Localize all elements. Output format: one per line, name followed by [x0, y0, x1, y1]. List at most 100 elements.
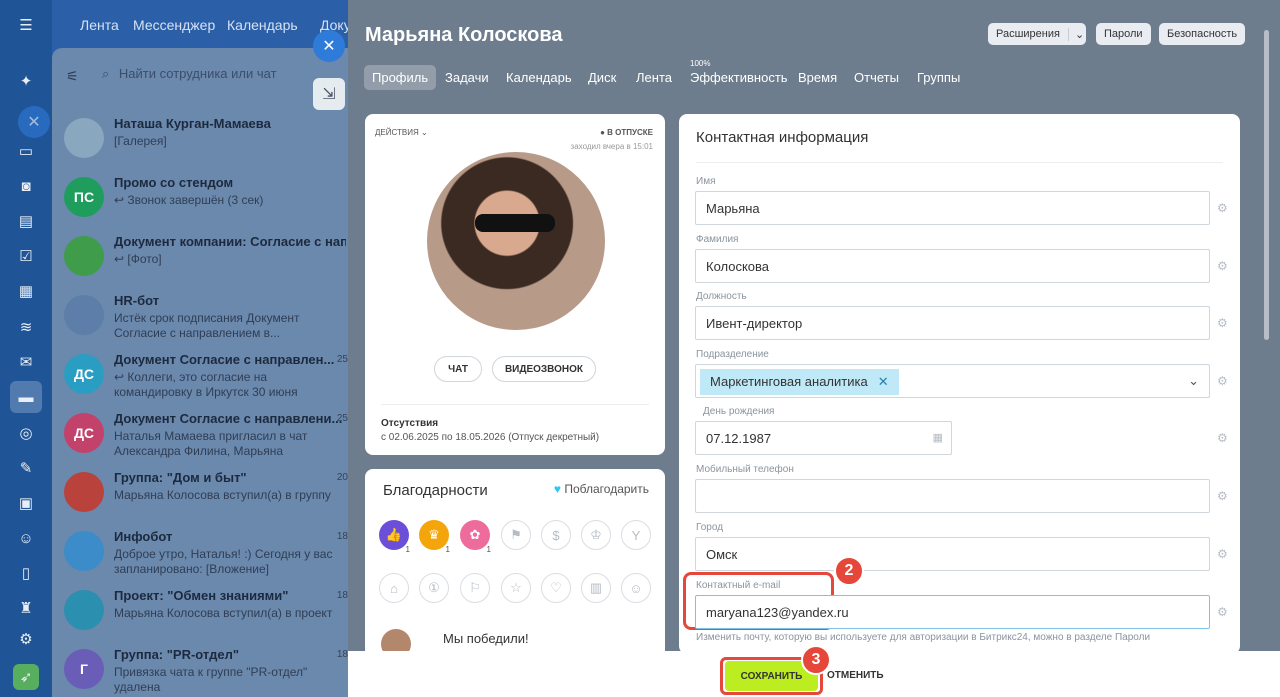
gear-icon[interactable]: ⚙	[1217, 547, 1228, 561]
video-icon[interactable]: ◙	[13, 173, 39, 199]
chat-list-item[interactable]: Инфобот Доброе утро, Наталья! :) Сегодня …	[52, 523, 348, 581]
gear-icon[interactable]: ⚙	[1217, 489, 1228, 503]
thank-link[interactable]: ♥ Поблагодарить	[554, 482, 649, 496]
close-slider-button[interactable]: ✕	[313, 30, 345, 62]
gear-icon[interactable]: ⚙	[1217, 201, 1228, 215]
tab-disk[interactable]: Диск	[588, 70, 616, 85]
chat-time: 18	[336, 531, 348, 542]
settings-icon[interactable]: ⚙	[13, 626, 39, 652]
pen-icon[interactable]: ✎	[13, 455, 39, 481]
chat-last-message: Доброе утро, Наталья! :) Сегодня у вас з…	[114, 547, 333, 576]
nav-messenger[interactable]: Мессенджер	[133, 17, 215, 33]
number-one-icon[interactable]: ①	[419, 573, 449, 603]
chat-list-item[interactable]: ПС Промо со стендом ↩ Звонок завершён (3 с…	[52, 169, 348, 227]
chat-name: Группа: "PR-отдел"	[114, 647, 240, 662]
mail-icon[interactable]: ✉	[13, 349, 39, 375]
security-button[interactable]: Безопасность	[1159, 23, 1246, 45]
chat-name: Промо со стендом	[114, 175, 234, 190]
calendar-icon[interactable]: ▦	[13, 278, 39, 304]
chat-list-item[interactable]: Документ компании: Согласие с нап... ↩ [Ф…	[52, 228, 348, 286]
people-icon[interactable]: ☺	[13, 525, 39, 551]
tab-feed[interactable]: Лента	[636, 70, 672, 85]
tab-time[interactable]: Время	[798, 70, 837, 85]
crown-icon[interactable]: ♔	[581, 520, 611, 550]
robot-icon[interactable]: ♜	[13, 595, 39, 621]
beer-icon[interactable]: ▥	[581, 573, 611, 603]
nav-calendar[interactable]: Календарь	[227, 17, 298, 33]
pulse-icon[interactable]: ✦	[13, 68, 39, 94]
remove-tag-icon[interactable]: ✕	[878, 374, 889, 389]
tab-reports[interactable]: Отчеты	[854, 70, 899, 85]
wallet-icon[interactable]: ▬	[10, 381, 42, 413]
cake-icon[interactable]: ⌂	[379, 573, 409, 603]
chevron-down-icon[interactable]: ⌄	[1188, 373, 1199, 389]
cancel-button[interactable]: ОТМЕНИТЬ	[827, 670, 884, 681]
chat-list-item[interactable]: HR-бот Истёк срок подписания Документ Сог…	[52, 287, 348, 345]
filter-icon[interactable]: ≋	[13, 314, 39, 340]
extensions-button[interactable]: Расширения ⌄	[988, 23, 1086, 45]
chat-icon[interactable]: ▭	[13, 138, 39, 164]
gear-icon[interactable]: ⚙	[1217, 259, 1228, 273]
tab-efficiency[interactable]: Эффективность	[690, 70, 788, 85]
gear-icon[interactable]: ⚙	[1217, 605, 1228, 619]
nav-feed[interactable]: Лента	[80, 17, 119, 33]
actions-dropdown[interactable]: ДЕЙСТВИЯ ⌄	[375, 128, 428, 137]
gear-icon[interactable]: ⚙	[1217, 374, 1228, 388]
tab-profile[interactable]: Профиль	[364, 65, 437, 90]
flower-icon[interactable]: ✿ 1	[460, 520, 494, 554]
chat-time: 20	[336, 472, 348, 483]
cocktail-icon[interactable]: Y	[621, 520, 651, 550]
email-field[interactable]: maryana123@yandex.ru	[695, 595, 1210, 629]
position-field[interactable]: Ивент-директор	[695, 306, 1210, 340]
gear-icon[interactable]: ⚙	[1217, 316, 1228, 330]
heart-icon: ♥	[553, 482, 562, 496]
document-icon[interactable]: ▤	[13, 208, 39, 234]
chat-list-item[interactable]: ДС Документ Согласие с направлен... ↩ Колл…	[52, 346, 348, 404]
chevron-down-icon: ⌄	[1067, 27, 1084, 41]
efficiency-badge: 100%	[690, 59, 711, 68]
chat-name: Проект: "Обмен знаниями"	[114, 588, 289, 603]
chat-list-item[interactable]: Проект: "Обмен знаниями" Марьяна Колосова…	[52, 582, 348, 640]
task-icon[interactable]: ☑	[13, 243, 39, 269]
tab-groups[interactable]: Группы	[917, 70, 960, 85]
minimize-slider-button[interactable]: ⇲	[313, 78, 345, 110]
trophy-icon[interactable]: ♛ 1	[419, 520, 453, 554]
target-icon[interactable]: ◎	[13, 420, 39, 446]
chat-list-panel: ⚟ ⌕ Найти сотрудника или чат Наташа Кург…	[52, 48, 348, 697]
chat-list-item[interactable]: Группа: "Дом и быт" Марьяна Колосова всту…	[52, 464, 348, 522]
star-icon[interactable]: ☆	[501, 573, 531, 603]
passwords-button[interactable]: Пароли	[1096, 23, 1151, 45]
phone-field[interactable]	[695, 479, 1210, 513]
birthday-field[interactable]: 07.12.1987 ▦	[695, 421, 952, 455]
first-name-field[interactable]: Марьяна	[695, 191, 1210, 225]
menu-icon[interactable]: ☰	[13, 12, 39, 38]
scrollbar[interactable]	[1264, 30, 1269, 340]
chat-last-message: ↩ Коллеги, это согласие на командировку …	[114, 370, 298, 399]
chat-list-item[interactable]: Наташа Курган-Мамаева [Галерея]	[52, 110, 348, 168]
avatar[interactable]	[427, 152, 605, 330]
chat-button[interactable]: ЧАТ	[434, 356, 482, 382]
video-call-button[interactable]: ВИДЕОЗВОНОК	[492, 356, 596, 382]
file-icon[interactable]: ▯	[13, 560, 39, 586]
smile-icon[interactable]: ☺	[621, 573, 651, 603]
gear-icon[interactable]: ⚙	[1217, 431, 1228, 445]
city-field[interactable]: Омск	[695, 537, 1210, 571]
rocket-icon[interactable]: ➶	[13, 664, 39, 690]
tab-tasks[interactable]: Задачи	[445, 70, 489, 85]
gift-icon[interactable]: ⚑	[501, 520, 531, 550]
last-seen: заходил вчера в 15:01	[570, 142, 653, 151]
chat-list-item[interactable]: ДС Документ Согласие с направлени... Натал…	[52, 405, 348, 463]
heart-outline-icon[interactable]: ♡	[541, 573, 571, 603]
like-icon[interactable]: 👍 1	[379, 520, 413, 554]
filter-settings-icon[interactable]: ⚟	[66, 68, 79, 85]
department-select[interactable]: Маркетинговая аналитика ✕ ⌄	[695, 364, 1210, 398]
money-icon[interactable]: $	[541, 520, 571, 550]
close-chat-button[interactable]: ✕	[18, 106, 50, 138]
chat-last-message: ↩ Звонок завершён (3 сек)	[114, 193, 264, 207]
contact-card-icon[interactable]: ▣	[13, 490, 39, 516]
chat-list-item[interactable]: Г Группа: "PR-отдел" Привязка чата к групп…	[52, 641, 348, 697]
tab-calendar[interactable]: Календарь	[506, 70, 572, 85]
position-label: Должность	[696, 291, 747, 302]
last-name-field[interactable]: Колоскова	[695, 249, 1210, 283]
flag-icon[interactable]: ⚐	[460, 573, 490, 603]
